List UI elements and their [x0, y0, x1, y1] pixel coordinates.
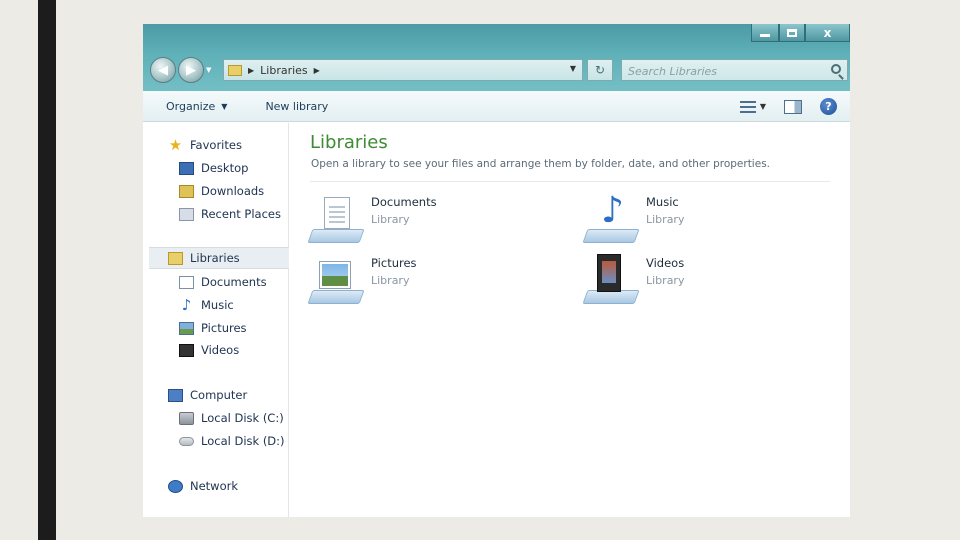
disk-drive-icon: [179, 436, 194, 446]
nav-label: Downloads: [201, 184, 265, 198]
command-bar: Organize ▼ New library ▼ ?: [143, 91, 850, 122]
library-name: Pictures: [371, 256, 417, 270]
library-type: Library: [646, 274, 685, 287]
nav-item-local-disk-d[interactable]: Local Disk (D:): [179, 432, 285, 450]
pictures-icon: [179, 321, 194, 335]
breadcrumb-chevron-icon[interactable]: ▶: [314, 66, 320, 75]
close-icon: x: [823, 25, 832, 40]
videos-library-icon: [582, 254, 640, 304]
hard-drive-icon: [179, 411, 194, 425]
documents-icon: [179, 275, 194, 289]
view-options-dropdown-icon[interactable]: ▼: [760, 102, 766, 111]
back-arrow-icon: ◀: [158, 62, 168, 78]
recent-pages-dropdown[interactable]: ▼: [206, 66, 211, 74]
chevron-down-icon: ▼: [221, 101, 228, 111]
search-box[interactable]: [621, 59, 848, 82]
refresh-icon: ↻: [594, 63, 606, 77]
nav-label: Recent Places: [201, 207, 281, 221]
refresh-button[interactable]: ↻: [587, 59, 613, 81]
nav-item-pictures[interactable]: Pictures: [179, 319, 247, 337]
address-bar[interactable]: ▶ Libraries ▶ ▼: [223, 59, 583, 81]
nav-label: Local Disk (D:): [201, 434, 285, 448]
organize-label: Organize: [166, 99, 216, 113]
explorer-window: x ◀ ▶ ▼ ▶ Libraries ▶ ▼ ↻ Organize ▼ New…: [143, 24, 850, 517]
forward-button[interactable]: ▶: [178, 57, 204, 83]
page-title: Libraries: [310, 132, 388, 153]
nav-item-videos[interactable]: Videos: [179, 341, 239, 359]
window-controls: x: [751, 24, 850, 42]
star-icon: ★: [168, 135, 183, 154]
navigation-pane: ★ Favorites Desktop Downloads Recent Pla…: [143, 123, 289, 517]
downloads-icon: [179, 184, 194, 198]
library-type: Library: [371, 274, 410, 287]
music-library-icon: ♪: [582, 193, 640, 243]
new-library-button[interactable]: New library: [265, 100, 328, 113]
address-dropdown-icon[interactable]: ▼: [570, 64, 576, 73]
breadcrumb-libraries[interactable]: Libraries: [260, 64, 308, 77]
nav-label: Libraries: [190, 251, 240, 265]
videos-icon: [179, 343, 194, 357]
back-button[interactable]: ◀: [150, 57, 176, 83]
maximize-button[interactable]: [779, 24, 805, 42]
nav-item-documents[interactable]: Documents: [179, 273, 267, 291]
library-tile-pictures[interactable]: Pictures Library: [307, 254, 417, 304]
library-type: Library: [371, 213, 410, 226]
divider: [310, 181, 830, 182]
nav-label: Documents: [201, 275, 267, 289]
library-name: Videos: [646, 256, 685, 270]
breadcrumb-chevron-icon[interactable]: ▶: [248, 66, 254, 75]
nav-label: Pictures: [201, 321, 247, 335]
help-icon[interactable]: ?: [820, 98, 837, 115]
nav-network[interactable]: Network: [168, 477, 238, 495]
nav-item-recent-places[interactable]: Recent Places: [179, 205, 281, 223]
libraries-content: Libraries Open a library to see your fil…: [290, 123, 850, 517]
organize-menu-button[interactable]: Organize ▼: [166, 100, 227, 113]
nav-item-music[interactable]: ♪ Music: [179, 296, 234, 314]
page-description: Open a library to see your files and arr…: [311, 158, 770, 170]
nav-label: Local Disk (C:): [201, 411, 284, 425]
nav-item-downloads[interactable]: Downloads: [179, 182, 264, 200]
pictures-library-icon: [307, 254, 365, 304]
search-input[interactable]: [622, 61, 812, 82]
network-icon: [168, 479, 183, 493]
nav-computer[interactable]: Computer: [168, 386, 247, 404]
library-name: Music: [646, 195, 679, 209]
computer-icon: [168, 388, 183, 402]
minimize-button[interactable]: [751, 24, 779, 42]
library-tile-videos[interactable]: Videos Library: [582, 254, 685, 304]
minimize-icon: [760, 34, 770, 37]
maximize-icon: [787, 28, 797, 37]
new-library-label: New library: [265, 99, 329, 113]
library-tile-music[interactable]: ♪ Music Library: [582, 193, 685, 243]
view-controls: ▼ ?: [739, 91, 850, 122]
window-chrome: x ◀ ▶ ▼ ▶ Libraries ▶ ▼ ↻: [143, 24, 850, 91]
nav-item-desktop[interactable]: Desktop: [179, 159, 248, 177]
nav-libraries[interactable]: Libraries: [149, 247, 289, 269]
preview-pane-icon[interactable]: [784, 99, 802, 114]
library-name: Documents: [371, 195, 437, 209]
music-note-icon: ♪: [181, 295, 192, 314]
documents-library-icon: [307, 193, 365, 243]
recent-places-icon: [179, 207, 194, 221]
nav-item-local-disk-c[interactable]: Local Disk (C:): [179, 409, 284, 427]
nav-label: Desktop: [201, 161, 249, 175]
nav-label: Music: [201, 298, 234, 312]
nav-label: Favorites: [190, 138, 242, 152]
library-type: Library: [646, 213, 685, 226]
nav-label: Computer: [190, 388, 248, 402]
close-button[interactable]: x: [805, 24, 850, 42]
libraries-icon: [168, 251, 183, 265]
slide-accent-bar: [38, 0, 56, 540]
forward-arrow-icon: ▶: [186, 62, 196, 78]
search-icon[interactable]: [831, 64, 841, 74]
library-tile-documents[interactable]: Documents Library: [307, 193, 437, 243]
nav-favorites[interactable]: ★ Favorites: [168, 136, 242, 154]
nav-label: Network: [190, 479, 239, 493]
libraries-folder-icon: [228, 64, 242, 76]
nav-label: Videos: [201, 343, 240, 357]
change-view-icon[interactable]: [739, 100, 756, 113]
desktop-icon: [179, 161, 194, 175]
